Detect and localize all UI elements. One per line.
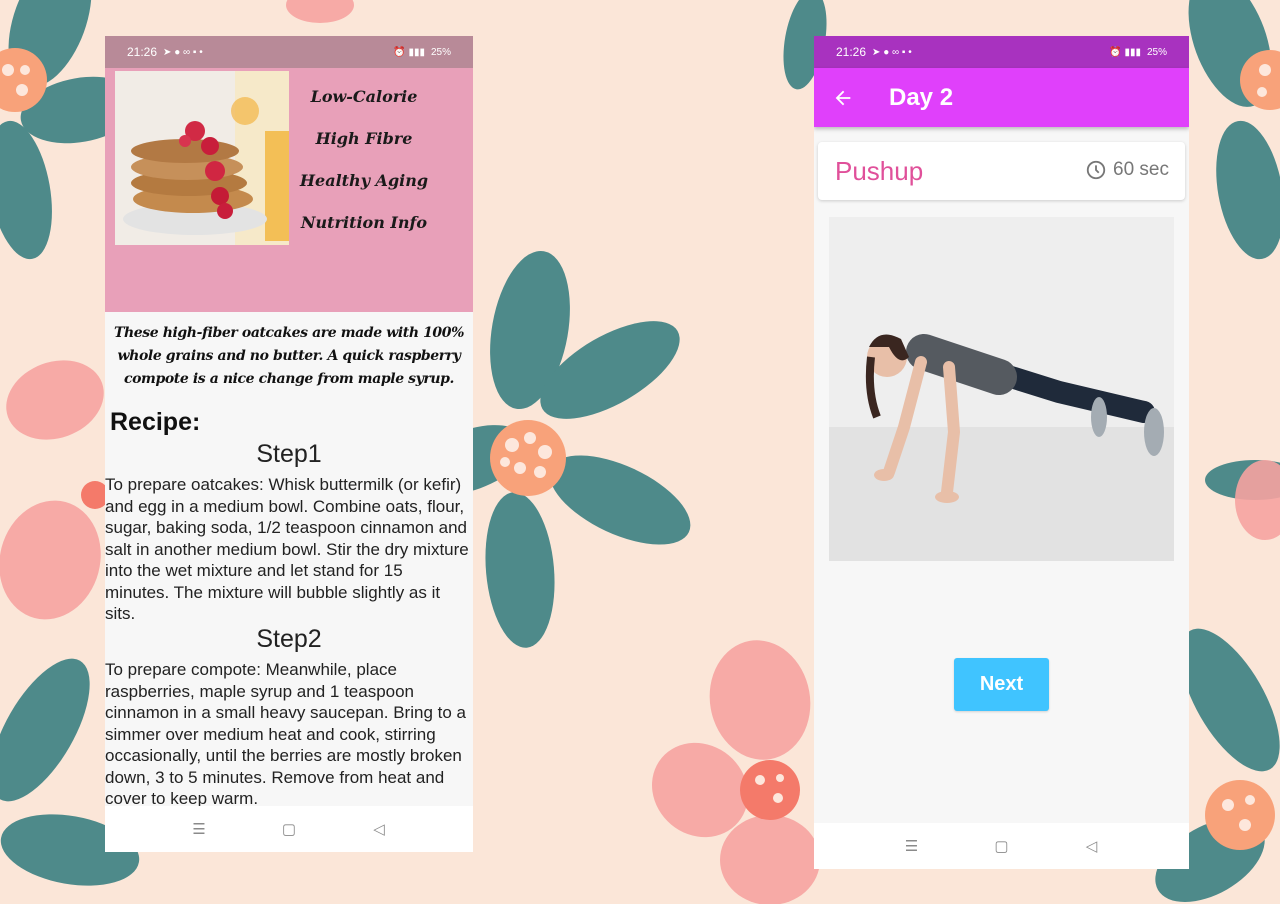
step-title: Step2 [256,625,322,653]
next-button[interactable]: Next [954,658,1049,711]
clock-icon [1086,160,1106,180]
step-title: Step1 [256,440,322,468]
recipe-intro: These high-fiber oatcakes are made with … [113,325,465,387]
notification-icons: ➤ ● ∞ ▪ • [872,46,912,58]
recents-button[interactable]: ☰ [902,837,922,855]
menu-healthy-aging[interactable]: Healthy Aging [300,160,428,202]
pushup-illustration [829,217,1174,561]
status-time: 21:26 [836,45,867,59]
menu-nutrition-info[interactable]: Nutrition Info [301,202,427,244]
oatcakes-photo [115,71,289,245]
app-bar: Day 2 [814,68,1189,127]
page-title: Day 2 [889,83,954,111]
signal-icons: ⏰ ▮▮▮ [393,46,425,58]
step-text: To prepare compote: Meanwhile, place ras… [105,660,466,808]
exercise-card: Pushup 60 sec [818,142,1185,200]
recipe-heading: Recipe: [110,408,201,436]
workout-screen: 21:26 ➤ ● ∞ ▪ • ⏰ ▮▮▮ 25% Day 2 Pushup 6… [814,36,1189,869]
notification-icons: ➤ ● ∞ ▪ • [163,46,203,58]
menu-high-fibre[interactable]: High Fibre [316,118,413,160]
recipe-header: Low-Calorie High Fibre Healthy Aging Nut… [105,68,473,312]
status-bar: 21:26 ➤ ● ∞ ▪ • ⏰ ▮▮▮ 25% [814,36,1189,68]
system-nav-bar: ☰ ▢ ◁ [814,823,1189,869]
back-button[interactable]: ◁ [369,820,389,838]
signal-icons: ⏰ ▮▮▮ [1109,46,1141,58]
duration-label: 60 sec [1113,159,1169,180]
system-nav-bar: ☰ ▢ ◁ [105,806,473,852]
exercise-duration: 60 sec [1085,159,1169,181]
battery-level: 25% [430,46,451,58]
status-time: 21:26 [127,45,158,59]
back-button[interactable]: ◁ [1082,837,1102,855]
home-button[interactable]: ▢ [992,837,1012,855]
step-text: To prepare oatcakes: Whisk buttermilk (o… [105,475,469,623]
menu-low-calorie[interactable]: Low-Calorie [311,76,418,118]
status-bar: 21:26 ➤ ● ∞ ▪ • ⏰ ▮▮▮ 25% [105,36,473,68]
back-arrow-button[interactable] [814,68,872,127]
recents-button[interactable]: ☰ [189,820,209,838]
recipe-menu: Low-Calorie High Fibre Healthy Aging Nut… [293,76,435,244]
exercise-name: Pushup [835,156,924,186]
recipe-screen: 21:26 ➤ ● ∞ ▪ • ⏰ ▮▮▮ 25% Low-Calorie Hi… [105,36,473,852]
arrow-left-icon [835,90,851,105]
battery-level: 25% [1146,46,1167,58]
home-button[interactable]: ▢ [279,820,299,838]
